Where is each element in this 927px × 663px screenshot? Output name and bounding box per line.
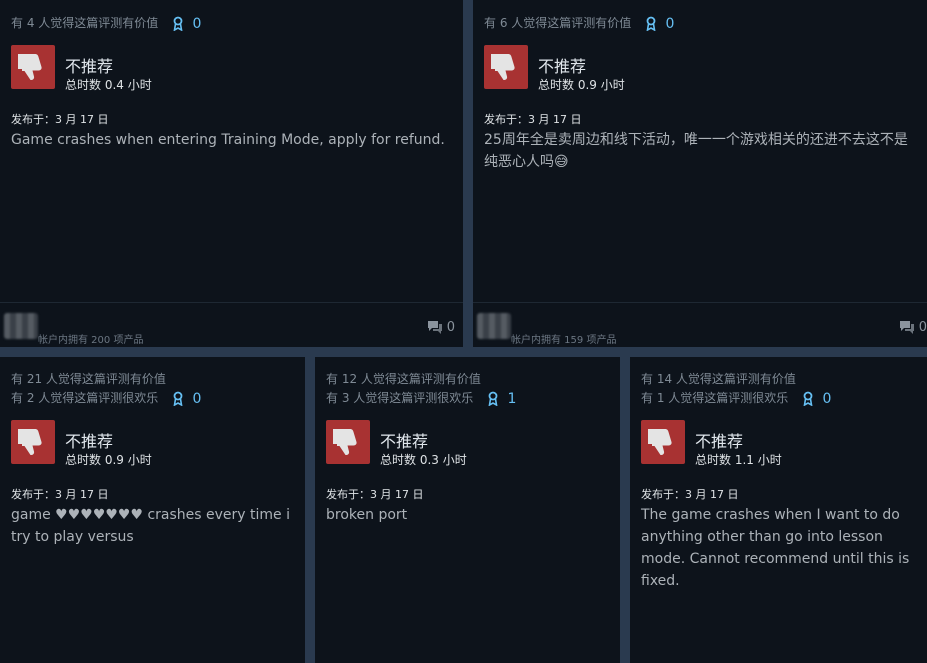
comments-button[interactable]: 0 (427, 320, 455, 335)
award-ribbon-icon (488, 391, 498, 407)
verdict-title[interactable]: 不推荐 (65, 428, 113, 452)
playtime-hours: 总时数 0.9 小时 (538, 78, 625, 92)
posted-date: 发布于：3 月 17 日 (641, 488, 739, 501)
award-ribbon-icon (803, 391, 813, 407)
verdict-title[interactable]: 不推荐 (65, 53, 113, 77)
helpful-count: 有 6 人觉得这篇评测有价值 0 (484, 15, 675, 32)
playtime-hours: 总时数 0.9 小时 (65, 453, 152, 467)
comment-icon (427, 321, 442, 334)
thumbs-down-icon[interactable] (11, 420, 55, 464)
funny-count: 有 1 人觉得这篇评测很欢乐 0 (641, 390, 832, 407)
review-footer: 帐户内拥有 159 项产品 0 (473, 302, 927, 347)
award-button[interactable]: 0 (802, 391, 831, 407)
review-card: 有 14 人觉得这篇评测有价值 有 1 人觉得这篇评测很欢乐 0 不推荐 总时数… (630, 357, 927, 663)
review-card: 有 12 人觉得这篇评测有价值 有 3 人觉得这篇评测很欢乐 1 不推荐 总时数… (315, 357, 620, 663)
award-button[interactable]: 0 (172, 391, 201, 407)
award-button[interactable]: 1 (487, 391, 516, 407)
review-body: game ♥♥♥♥♥♥♥ crashes every time i try to… (11, 507, 291, 545)
posted-date: 发布于：3 月 17 日 (484, 113, 582, 126)
verdict-title[interactable]: 不推荐 (695, 428, 743, 452)
owned-products[interactable]: 帐户内拥有 159 项产品 (511, 331, 616, 346)
posted-date: 发布于：3 月 17 日 (11, 488, 109, 501)
thumbs-down-icon[interactable] (326, 420, 370, 464)
helpful-count: 有 21 人觉得这篇评测有价值 (11, 372, 166, 386)
award-ribbon-icon (646, 16, 656, 32)
award-count: 0 (665, 15, 675, 32)
avatar[interactable] (4, 313, 38, 339)
posted-date: 发布于：3 月 17 日 (326, 488, 424, 501)
thumbs-down-icon[interactable] (11, 45, 55, 89)
verdict-title[interactable]: 不推荐 (380, 428, 428, 452)
helpful-count: 有 4 人觉得这篇评测有价值 0 (11, 15, 202, 32)
award-count: 0 (822, 390, 832, 407)
comment-icon (899, 321, 914, 334)
playtime-hours: 总时数 1.1 小时 (695, 453, 782, 467)
owned-products[interactable]: 帐户内拥有 200 项产品 (38, 331, 143, 346)
award-count: 0 (192, 15, 202, 32)
review-body: 25周年全是卖周边和线下活动，唯一一个游戏相关的还进不去这不是纯恶心人吗😅 (484, 132, 908, 170)
award-count: 0 (192, 390, 202, 407)
funny-count: 有 2 人觉得这篇评测很欢乐 0 (11, 390, 202, 407)
playtime-hours: 总时数 0.3 小时 (380, 453, 467, 467)
award-ribbon-icon (173, 391, 183, 407)
review-card: 有 6 人觉得这篇评测有价值 0 不推荐 总时数 0.9 小时 发布于：3 月 … (473, 0, 927, 347)
helpful-count: 有 12 人觉得这篇评测有价值 (326, 372, 481, 386)
award-ribbon-icon (173, 16, 183, 32)
award-button[interactable]: 0 (645, 16, 674, 32)
review-footer: 帐户内拥有 200 项产品 0 (0, 302, 463, 347)
review-body: The game crashes when I want to do anyth… (641, 507, 910, 589)
verdict-title[interactable]: 不推荐 (538, 53, 586, 77)
award-button[interactable]: 0 (172, 16, 201, 32)
funny-count: 有 3 人觉得这篇评测很欢乐 1 (326, 390, 517, 407)
thumbs-down-icon[interactable] (641, 420, 685, 464)
posted-date: 发布于：3 月 17 日 (11, 113, 109, 126)
review-body: broken port (326, 507, 408, 523)
review-card: 有 4 人觉得这篇评测有价值 0 不推荐 总时数 0.4 小时 发布于：3 月 … (0, 0, 463, 347)
thumbs-down-icon[interactable] (484, 45, 528, 89)
review-body: Game crashes when entering Training Mode… (11, 132, 445, 148)
comments-button[interactable]: 0 (899, 320, 927, 335)
avatar[interactable] (477, 313, 511, 339)
helpful-count: 有 14 人觉得这篇评测有价值 (641, 372, 796, 386)
playtime-hours: 总时数 0.4 小时 (65, 78, 152, 92)
award-count: 1 (507, 390, 517, 407)
review-card: 有 21 人觉得这篇评测有价值 有 2 人觉得这篇评测很欢乐 0 不推荐 总时数… (0, 357, 305, 663)
